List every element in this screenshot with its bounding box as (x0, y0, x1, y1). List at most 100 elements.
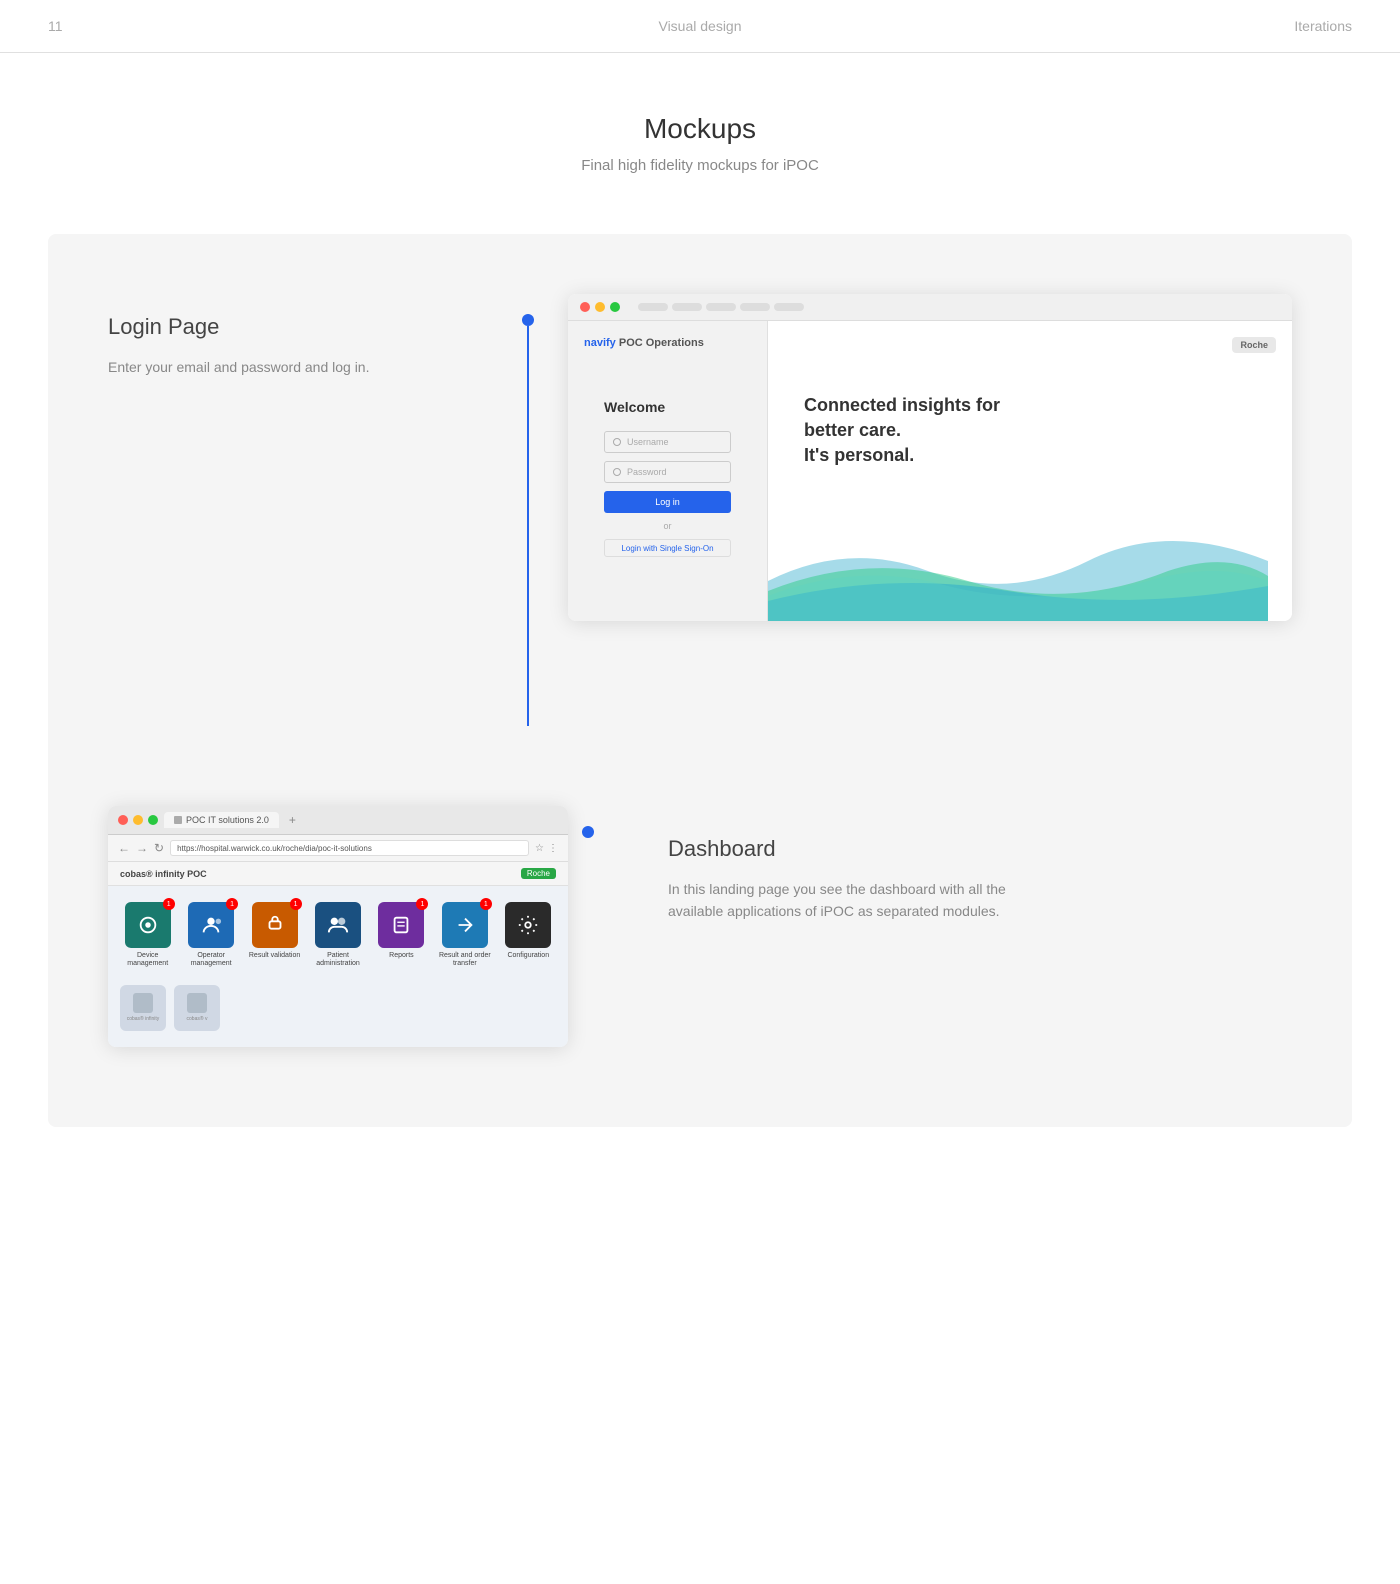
module-1[interactable]: 1 Operator management (183, 902, 238, 969)
roche-badge: Roche (1232, 337, 1276, 353)
module-icon-4: 1 (378, 902, 424, 948)
new-tab-button[interactable]: + (289, 813, 296, 827)
dashboard-bottom-modules: cobas® infinity cobas® v (108, 985, 568, 1047)
url-segment-5 (774, 303, 804, 311)
login-text: Enter your email and password and log in… (108, 356, 508, 378)
url-bar[interactable]: https://hospital.warwick.co.uk/roche/dia… (170, 840, 529, 856)
small-icon-2 (187, 993, 207, 1013)
module-label-6: Configuration (507, 952, 549, 960)
menu-icon[interactable]: ⋮ (548, 843, 558, 854)
module-icon-3 (315, 902, 361, 948)
timeline-dashboard (568, 806, 608, 838)
login-right-panel: Roche Connected insights for better care… (768, 321, 1292, 621)
mockups-card: Login Page Enter your email and password… (48, 234, 1352, 1127)
module-5[interactable]: 1 Result and order transfer (437, 902, 492, 969)
header-label: Iterations (1294, 18, 1352, 34)
module-label-0: Device management (120, 952, 175, 969)
browser-tab-bar: POC IT solutions 2.0 + (108, 806, 568, 835)
login-form: Welcome Username Password Log in (584, 379, 751, 577)
module-4[interactable]: 1 Reports (374, 902, 429, 969)
nav-icons: ☆ ⋮ (535, 843, 558, 854)
dashboard-badge: Roche (521, 868, 556, 879)
small-module-2: cobas® v (174, 985, 220, 1031)
timeline-dot-dashboard (582, 826, 594, 838)
timeline-login (508, 294, 548, 726)
url-segment-4 (740, 303, 770, 311)
login-left-panel: navify POC Operations Welcome Username P… (568, 321, 768, 621)
login-title: Login Page (108, 314, 508, 340)
module-icon-6 (505, 902, 551, 948)
refresh-button[interactable]: ↻ (154, 841, 164, 855)
login-section: Login Page Enter your email and password… (108, 294, 1292, 726)
timeline-line (527, 326, 529, 726)
dashboard-header-bar: cobas® infinity POC Roche (108, 862, 568, 886)
tagline-line3: It's personal. (804, 443, 1256, 468)
page-number: 11 (48, 18, 63, 34)
module-icon-0: 1 (125, 902, 171, 948)
browser-nav-bar: ← → ↻ https://hospital.warwick.co.uk/roc… (108, 835, 568, 862)
browser-tab[interactable]: POC IT solutions 2.0 (164, 812, 279, 828)
dot-red (580, 302, 590, 312)
forward-button[interactable]: → (136, 841, 148, 855)
module-icon-5: 1 (442, 902, 488, 948)
module-3[interactable]: Patient administration (310, 902, 365, 969)
header-title: Visual design (658, 18, 741, 34)
dot-red-2 (118, 815, 128, 825)
section-title: Mockups (48, 113, 1352, 145)
url-segment-1 (638, 303, 668, 311)
module-grid: 1Device management1Operator management1R… (108, 886, 568, 985)
login-tagline: Connected insights for better care. It's… (784, 373, 1276, 489)
browser-chrome (568, 294, 1292, 321)
section-subtitle: Final high fidelity mockups for iPOC (48, 157, 1352, 174)
module-label-5: Result and order transfer (437, 952, 492, 969)
browser-dashboard: POC IT solutions 2.0 + ← → ↻ https://hos… (108, 806, 568, 1047)
tab-favicon (174, 816, 182, 824)
dot-yellow (595, 302, 605, 312)
module-label-1: Operator management (183, 952, 238, 969)
dashboard-section: POC IT solutions 2.0 + ← → ↻ https://hos… (108, 806, 1292, 1047)
back-button[interactable]: ← (118, 841, 130, 855)
or-divider: or (604, 521, 731, 531)
url-segment-3 (706, 303, 736, 311)
module-0[interactable]: 1 Device management (120, 902, 175, 969)
dashboard-title: Dashboard (668, 836, 1292, 862)
small-icon-1 (133, 993, 153, 1013)
username-field[interactable]: Username (604, 431, 731, 453)
small-label-2: cobas® v (187, 1016, 208, 1022)
module-icon-1: 1 (188, 902, 234, 948)
module-label-2: Result validation (249, 952, 300, 960)
password-field[interactable]: Password (604, 461, 731, 483)
password-placeholder: Password (627, 467, 667, 477)
brand-navify: navify (584, 337, 616, 349)
sso-label: Login with Single Sign-On (621, 544, 713, 553)
login-btn-label: Log in (655, 497, 680, 507)
url-segment-2 (672, 303, 702, 311)
login-welcome: Welcome (604, 399, 731, 415)
dashboard-text: In this landing page you see the dashboa… (668, 878, 1048, 923)
login-button[interactable]: Log in (604, 491, 731, 513)
module-badge-5: 1 (480, 898, 492, 910)
browser-dots (580, 302, 620, 312)
bottom-spacer (48, 1127, 1352, 1207)
module-label-4: Reports (389, 952, 414, 960)
browser-login: navify POC Operations Welcome Username P… (568, 294, 1292, 621)
sso-button[interactable]: Login with Single Sign-On (604, 539, 731, 557)
module-badge-2: 1 (290, 898, 302, 910)
module-badge-4: 1 (416, 898, 428, 910)
module-2[interactable]: 1Result validation (247, 902, 302, 969)
main-content: Mockups Final high fidelity mockups for … (0, 53, 1400, 1287)
module-6[interactable]: Configuration (501, 902, 556, 969)
tagline-line2: better care. (804, 418, 1256, 443)
module-badge-0: 1 (163, 898, 175, 910)
dot-green (610, 302, 620, 312)
login-brand: navify POC Operations (584, 337, 751, 349)
small-label-1: cobas® infinity (127, 1016, 160, 1022)
tagline-line1: Connected insights for (804, 393, 1256, 418)
username-placeholder: Username (627, 437, 669, 447)
dashboard-brand: cobas® infinity POC (120, 869, 207, 879)
tab-label: POC IT solutions 2.0 (186, 815, 269, 825)
star-icon[interactable]: ☆ (535, 843, 544, 854)
module-badge-1: 1 (226, 898, 238, 910)
browser-dots-2 (118, 815, 158, 825)
timeline-dot-login (522, 314, 534, 326)
